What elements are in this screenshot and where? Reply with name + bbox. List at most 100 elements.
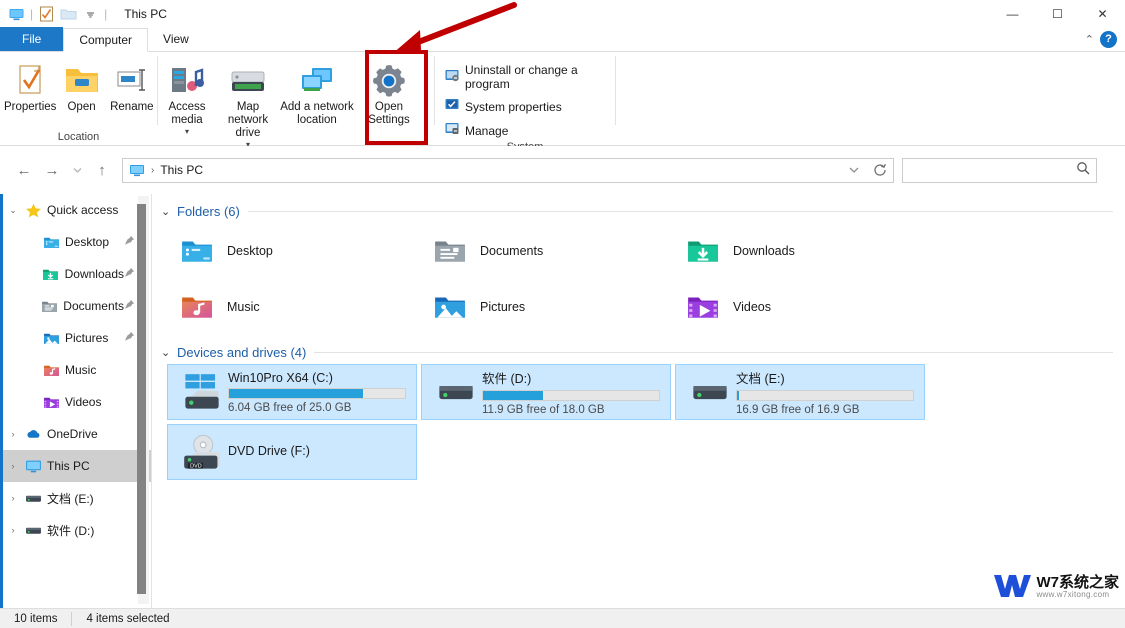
w7-logo-icon <box>992 571 1032 604</box>
ribbon-divider-3 <box>615 56 616 125</box>
pictures-folder-icon <box>40 330 62 347</box>
pin-icon[interactable] <box>124 299 135 313</box>
drives-group-header[interactable]: ⌄ Devices and drives (4) <box>153 335 1125 364</box>
sidebar-item-videos[interactable]: ›Videos <box>0 386 151 418</box>
drive-tile[interactable]: DVD DVD Drive (F:) <box>167 424 417 480</box>
sidebar-item-pictures[interactable]: ›Pictures <box>0 322 151 354</box>
open-settings-button[interactable]: Open Settings <box>358 58 420 127</box>
tab-view[interactable]: View <box>148 27 204 51</box>
search-input[interactable] <box>909 163 1076 177</box>
this-pc-icon[interactable] <box>129 162 145 178</box>
chevron-right-icon[interactable]: › <box>4 461 22 471</box>
sidebar-item-downloads[interactable]: ›Downloads <box>0 258 151 290</box>
gear-icon <box>370 62 408 98</box>
history-dropdown-icon[interactable] <box>841 159 867 182</box>
search-box[interactable] <box>902 157 1097 183</box>
window-title: This PC <box>124 7 167 21</box>
rename-button[interactable]: Rename <box>107 58 157 114</box>
manage-button[interactable]: Manage <box>441 121 615 140</box>
folder-tile-music[interactable]: Music <box>167 279 420 335</box>
add-network-location-button[interactable]: Add a network location <box>280 58 354 127</box>
location-group-label: Location <box>57 131 100 143</box>
content-scrollbar-track[interactable] <box>1113 194 1125 608</box>
qat-divider: | <box>30 7 34 21</box>
folder-tile-documents[interactable]: Documents <box>420 223 673 279</box>
folder-tile-downloads[interactable]: Downloads <box>673 223 926 279</box>
uninstall-program-button[interactable]: Uninstall or change a program <box>441 62 615 92</box>
chevron-right-icon[interactable]: › <box>4 525 22 535</box>
status-bar: 10 items 4 items selected <box>0 608 1125 628</box>
title-bar: | | This PC — ☐ ✕ <box>0 0 1125 28</box>
desktop-folder-icon <box>40 234 62 251</box>
folders-grid: Desktop Documents Downloads Music Pictures Vi… <box>153 223 1125 335</box>
chevron-right-icon[interactable]: › <box>4 429 22 439</box>
sidebar-item-onedrive[interactable]: › OneDrive <box>0 418 151 450</box>
properties-icon[interactable] <box>38 6 55 23</box>
search-icon[interactable] <box>1076 161 1090 180</box>
forward-button[interactable]: → <box>38 156 66 184</box>
pin-icon[interactable] <box>124 331 135 345</box>
up-button[interactable]: ↑ <box>88 156 116 184</box>
maximize-button[interactable]: ☐ <box>1035 0 1080 28</box>
chevron-right-icon[interactable]: › <box>4 493 22 503</box>
sidebar-item-label: Pictures <box>65 331 109 345</box>
close-button[interactable]: ✕ <box>1080 0 1125 28</box>
breadcrumb[interactable]: This PC <box>160 163 203 177</box>
open-folder-icon <box>64 62 100 98</box>
folder-tile-label: Pictures <box>480 300 526 314</box>
navigation-list: ⌄Quick access›Desktop›Downloads›Document… <box>0 194 151 546</box>
map-network-drive-button[interactable]: Map network drive ▾ <box>216 58 280 149</box>
tab-file[interactable]: File <box>0 27 64 51</box>
this-pc-icon[interactable] <box>8 6 25 23</box>
properties-button[interactable]: Properties <box>4 58 56 114</box>
sidebar-item-label: Downloads <box>64 267 124 281</box>
drive-name: 文档 (E:) <box>736 372 785 386</box>
sidebar-scrollbar-track[interactable] <box>137 196 149 604</box>
sidebar-scrollbar-thumb[interactable] <box>137 204 146 594</box>
refresh-icon[interactable] <box>867 159 893 182</box>
folder-tile-label: Videos <box>733 300 771 314</box>
help-icon[interactable]: ? <box>1100 30 1117 48</box>
access-media-button[interactable]: Access media ▾ <box>158 58 216 136</box>
tab-computer[interactable]: Computer <box>63 28 149 52</box>
folders-group-title: Folders (6) <box>177 204 240 219</box>
folder-tile-videos[interactable]: Videos <box>673 279 926 335</box>
map-network-drive-label: Map network drive <box>227 101 269 139</box>
folder-tile-pictures[interactable]: Pictures <box>420 279 673 335</box>
sidebar-item-d[interactable]: › 软件 (D:) <box>0 514 151 546</box>
collapse-ribbon-icon[interactable]: ⌃ <box>1085 33 1094 46</box>
dvd-drive-icon: DVD <box>176 433 228 471</box>
sidebar-item-this-pc[interactable]: › This PC <box>0 450 151 482</box>
chevron-down-icon[interactable]: ▾ <box>185 127 189 136</box>
sidebar-item-quick-access[interactable]: ⌄ Quick access <box>0 194 151 226</box>
pin-icon[interactable] <box>124 267 135 281</box>
drive-name: DVD Drive (F:) <box>228 443 310 458</box>
folder-tile-desktop[interactable]: Desktop <box>167 223 420 279</box>
open-button[interactable]: Open <box>56 58 106 114</box>
drive-tile[interactable]: Win10Pro X64 (C:) 6.04 GB free of 25.0 GB <box>167 364 417 420</box>
pictures-folder-icon <box>426 290 474 324</box>
recent-locations-button[interactable] <box>66 156 88 184</box>
drive-tile[interactable]: 软件 (D:) 11.9 GB free of 18.0 GB <box>421 364 671 420</box>
documents-folder-icon <box>39 298 60 315</box>
minimize-button[interactable]: — <box>990 0 1035 28</box>
chevron-down-icon[interactable]: ⌄ <box>161 346 177 359</box>
chevron-down-icon[interactable] <box>82 6 99 23</box>
system-properties-button[interactable]: System properties <box>441 97 615 116</box>
sidebar-item-e[interactable]: › 文档 (E:) <box>0 482 151 514</box>
drive-tile[interactable]: 文档 (E:) 16.9 GB free of 16.9 GB <box>675 364 925 420</box>
open-label: Open <box>67 101 96 113</box>
chevron-down-icon[interactable]: ⌄ <box>4 205 22 216</box>
sidebar-item-desktop[interactable]: ›Desktop <box>0 226 151 258</box>
sidebar-item-documents[interactable]: ›Documents <box>0 290 151 322</box>
music-folder-icon <box>40 362 62 379</box>
sidebar-item-music[interactable]: ›Music <box>0 354 151 386</box>
pin-icon[interactable] <box>124 235 135 249</box>
new-folder-icon[interactable] <box>60 6 77 23</box>
drive-capacity-fill <box>737 391 739 400</box>
folders-group-header[interactable]: ⌄ Folders (6) <box>153 194 1125 223</box>
address-bar[interactable]: › This PC <box>122 157 894 183</box>
back-button[interactable]: ← <box>10 156 38 184</box>
chevron-down-icon[interactable]: ⌄ <box>161 205 177 218</box>
sidebar-item-label: This PC <box>47 459 90 473</box>
